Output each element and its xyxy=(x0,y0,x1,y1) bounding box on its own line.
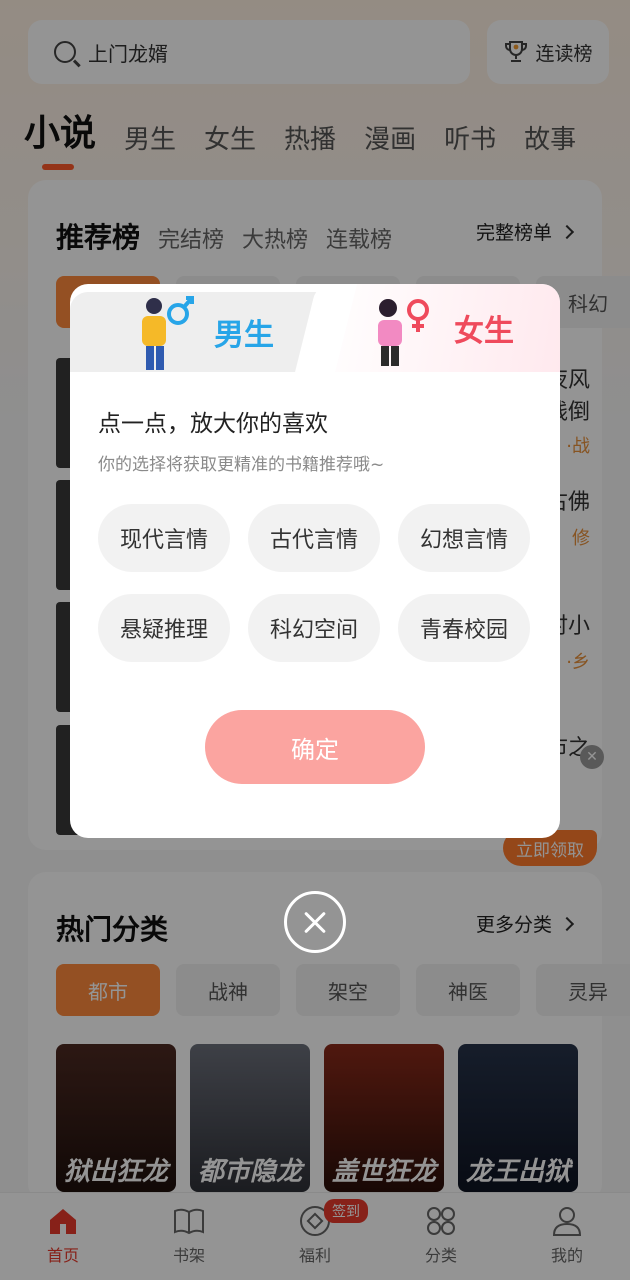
confirm-button[interactable]: 确定 xyxy=(205,710,425,784)
close-icon[interactable] xyxy=(284,891,346,953)
dialog-title: 点一点，放大你的喜欢 xyxy=(98,411,328,437)
preference-dialog: 男生 女生 点一点，放大你的喜欢 你的选择将获取更精准的书籍推荐哦~ 现代言情 … xyxy=(70,284,560,838)
gender-switch: 男生 女生 xyxy=(70,284,560,372)
gender-female-tab[interactable]: 女生 xyxy=(320,284,560,372)
preference-grid: 现代言情 古代言情 幻想言情 悬疑推理 科幻空间 青春校园 xyxy=(98,504,538,662)
dialog-subtitle: 你的选择将获取更精准的书籍推荐哦~ xyxy=(98,455,385,475)
pref-campus-youth[interactable]: 青春校园 xyxy=(398,594,530,662)
gender-male-tab[interactable]: 男生 xyxy=(70,292,332,372)
pref-fantasy-romance[interactable]: 幻想言情 xyxy=(398,504,530,572)
gender-male-label: 男生 xyxy=(214,318,274,353)
pref-modern-romance[interactable]: 现代言情 xyxy=(98,504,230,572)
gender-female-label: 女生 xyxy=(454,314,514,349)
female-figure-icon xyxy=(378,299,429,366)
pref-mystery[interactable]: 悬疑推理 xyxy=(98,594,230,662)
pref-scifi-space[interactable]: 科幻空间 xyxy=(248,594,380,662)
pref-ancient-romance[interactable]: 古代言情 xyxy=(248,504,380,572)
male-figure-icon xyxy=(142,296,194,370)
